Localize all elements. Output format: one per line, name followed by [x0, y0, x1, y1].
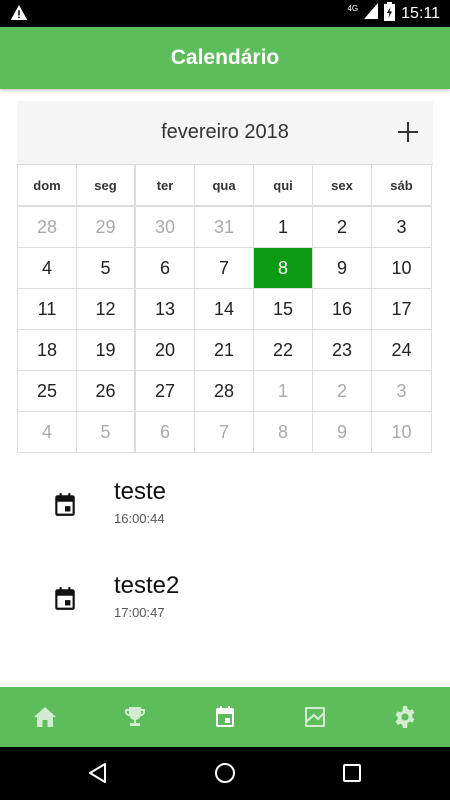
day-cell[interactable]: 24 [372, 330, 432, 371]
clock: 15:11 [401, 4, 440, 22]
home-button[interactable] [213, 761, 237, 785]
day-cell[interactable]: 12 [77, 289, 136, 330]
event-time: 17:00:47 [114, 605, 165, 620]
system-nav-bar [0, 747, 450, 800]
nav-settings[interactable] [360, 687, 450, 747]
add-event-button[interactable] [395, 119, 421, 145]
status-right: 4G 15:11 [347, 0, 440, 27]
day-cell[interactable]: 26 [77, 371, 136, 412]
weekday-header: seg [77, 165, 136, 207]
back-icon [89, 763, 106, 783]
event-icon [52, 492, 78, 518]
day-cell[interactable]: 21 [195, 330, 254, 371]
home-icon [34, 707, 56, 727]
day-cell[interactable]: 17 [372, 289, 432, 330]
day-cell[interactable]: 3 [372, 371, 432, 412]
day-cell[interactable]: 25 [18, 371, 77, 412]
nav-calendar[interactable] [180, 687, 270, 747]
status-bar: 4G 15:11 [0, 0, 450, 27]
day-cell[interactable]: 16 [313, 289, 372, 330]
day-cell[interactable]: 1 [254, 371, 313, 412]
day-cell[interactable]: 7 [195, 412, 254, 453]
calendar-header: fevereiro 2018 [17, 101, 433, 164]
day-cell[interactable]: 18 [18, 330, 77, 371]
day-cell[interactable]: 13 [136, 289, 195, 330]
list-item[interactable]: teste 16:00:44 [0, 470, 450, 564]
chart-icon [305, 707, 325, 727]
day-cell[interactable]: 14 [195, 289, 254, 330]
day-cell[interactable]: 31 [195, 207, 254, 248]
event-icon [216, 706, 234, 727]
weekday-header: qui [254, 165, 313, 207]
event-list: teste 16:00:44 teste2 17:00:47 [0, 470, 450, 658]
day-cell[interactable]: 19 [77, 330, 136, 371]
day-cell[interactable]: 9 [313, 248, 372, 289]
app-bar: Calendário [0, 27, 450, 89]
day-cell[interactable]: 28 [195, 371, 254, 412]
day-cell[interactable]: 27 [136, 371, 195, 412]
month-title: fevereiro 2018 [161, 121, 289, 143]
day-cell[interactable]: 5 [77, 248, 136, 289]
day-cell[interactable]: 2 [313, 371, 372, 412]
day-cell[interactable]: 30 [136, 207, 195, 248]
event-time: 16:00:44 [114, 511, 165, 526]
day-cell[interactable]: 9 [313, 412, 372, 453]
day-cell[interactable]: 1 [254, 207, 313, 248]
day-cell[interactable]: 11 [18, 289, 77, 330]
day-cell[interactable]: 10 [372, 248, 432, 289]
weekday-header: dom [18, 165, 77, 207]
day-cell-selected[interactable]: 8 [254, 248, 313, 289]
recents-button[interactable] [340, 761, 364, 785]
calendar-grid: dom seg ter qua qui sex sáb 28 29 30 31 … [17, 164, 433, 453]
day-cell[interactable]: 28 [18, 207, 77, 248]
nav-trophy[interactable] [90, 687, 180, 747]
day-cell[interactable]: 10 [372, 412, 432, 453]
day-cell[interactable]: 6 [136, 412, 195, 453]
weekday-header: qua [195, 165, 254, 207]
day-cell[interactable]: 4 [18, 412, 77, 453]
day-cell[interactable]: 3 [372, 207, 432, 248]
day-cell[interactable]: 6 [136, 248, 195, 289]
page-title: Calendário [170, 46, 280, 69]
nav-chart[interactable] [270, 687, 360, 747]
weekday-header: ter [136, 165, 195, 207]
network-type: 4G [347, 3, 359, 13]
day-cell[interactable]: 8 [254, 412, 313, 453]
list-item[interactable]: teste2 17:00:47 [0, 564, 450, 658]
day-cell[interactable]: 7 [195, 248, 254, 289]
day-cell[interactable]: 23 [313, 330, 372, 371]
recents-icon [343, 764, 361, 782]
warning-icon [10, 4, 28, 26]
day-cell[interactable]: 22 [254, 330, 313, 371]
trophy-icon [125, 707, 145, 726]
nav-home[interactable] [0, 687, 90, 747]
day-cell[interactable]: 29 [77, 207, 136, 248]
day-cell[interactable]: 5 [77, 412, 136, 453]
event-title: teste2 [114, 572, 180, 599]
screen: 4G 15:11 Calendário fevereiro 2018 dom s… [0, 0, 450, 800]
weekday-header: sex [313, 165, 372, 207]
signal-icon [364, 3, 379, 24]
day-cell[interactable]: 20 [136, 330, 195, 371]
day-cell[interactable]: 2 [313, 207, 372, 248]
gear-icon [395, 706, 415, 728]
day-cell[interactable]: 4 [18, 248, 77, 289]
home-circle-icon [215, 763, 235, 783]
bottom-nav [0, 687, 450, 747]
battery-charging-icon [384, 1, 396, 26]
weekday-header: sáb [372, 165, 432, 207]
plus-icon [398, 122, 418, 142]
calendar: fevereiro 2018 dom seg ter qua qui sex s… [17, 101, 433, 453]
event-icon [52, 586, 78, 612]
event-title: teste [114, 478, 167, 505]
back-button[interactable] [86, 761, 110, 785]
day-cell[interactable]: 15 [254, 289, 313, 330]
